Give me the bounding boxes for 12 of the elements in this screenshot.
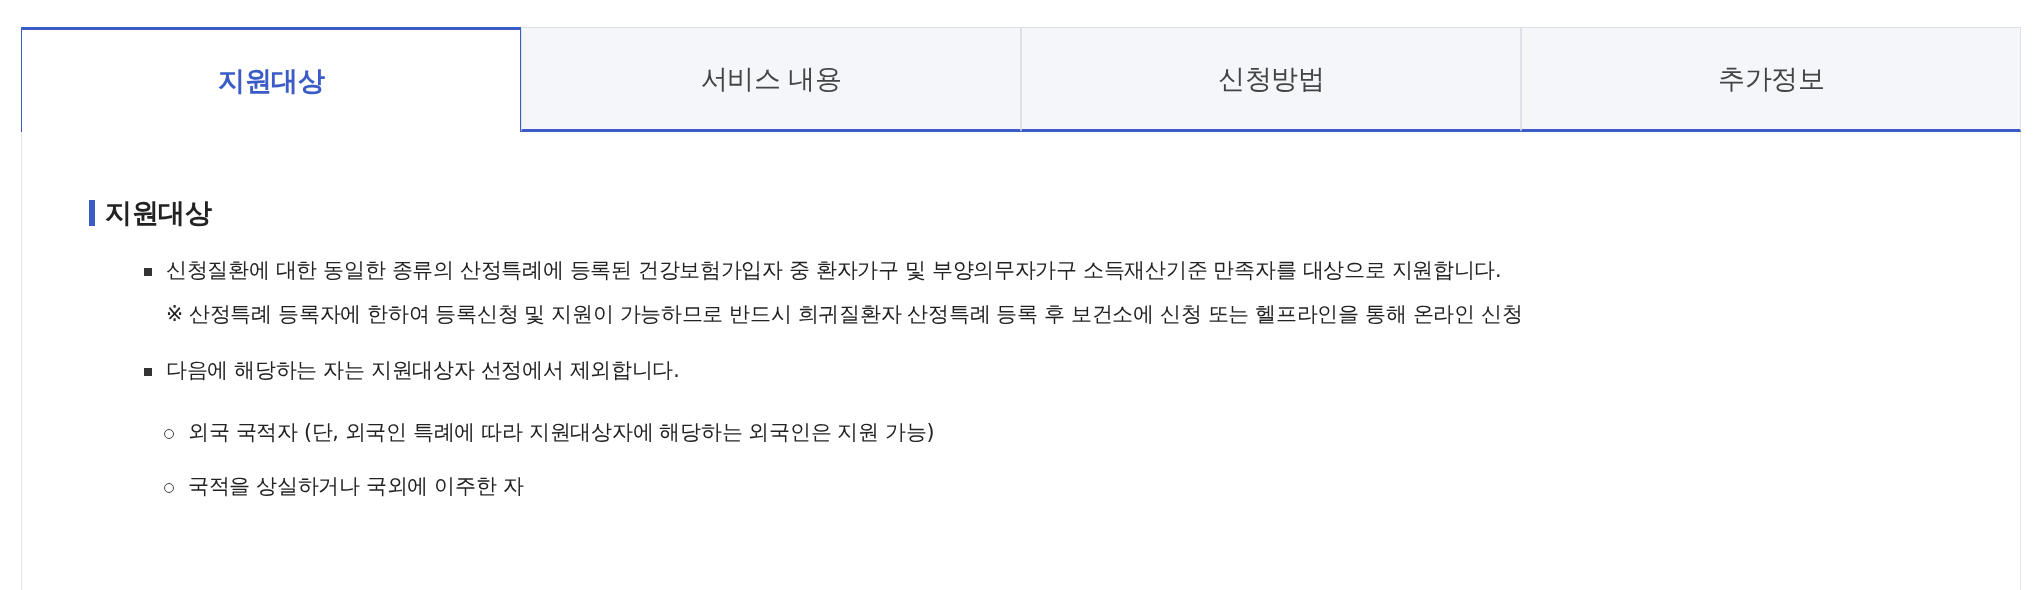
note-text: ※ 산정특례 등록자에 한하여 등록신청 및 지원이 가능하므로 반드시 희귀질환자 산정특례 등록 후 보건소에 신청 또는 헬프라인을 통해 온라인 신청 [166, 301, 1523, 328]
tab[interactable]: 서비스 내용 [521, 27, 1021, 132]
list-item-text: 다음에 해당하는 자는 지원대상자 선정에서 제외합니다. [166, 357, 680, 384]
list-item-text: 신청질환에 대한 동일한 종류의 산정특례에 등록된 건강보험가입자 중 환자가구 및 부양의무자가구 소득재산기준 만족자를 대상으로 지원합니다. [166, 257, 1503, 284]
section-heading: 지원대상 [89, 200, 2020, 226]
sub-item-text: 국적을 상실하거나 국외에 이주한 자 [188, 473, 524, 500]
tab[interactable]: 지원대상 [21, 27, 521, 132]
tab[interactable]: 추가정보 [1521, 27, 2021, 132]
square-bullet-icon [144, 368, 152, 376]
square-bullet-icon [144, 268, 152, 276]
sub-item-text: 외국 국적자 (단, 외국인 특례에 따라 지원대상자에 해당하는 외국인은 지원 가능) [188, 419, 935, 446]
tab[interactable]: 신청방법 [1021, 27, 1521, 132]
